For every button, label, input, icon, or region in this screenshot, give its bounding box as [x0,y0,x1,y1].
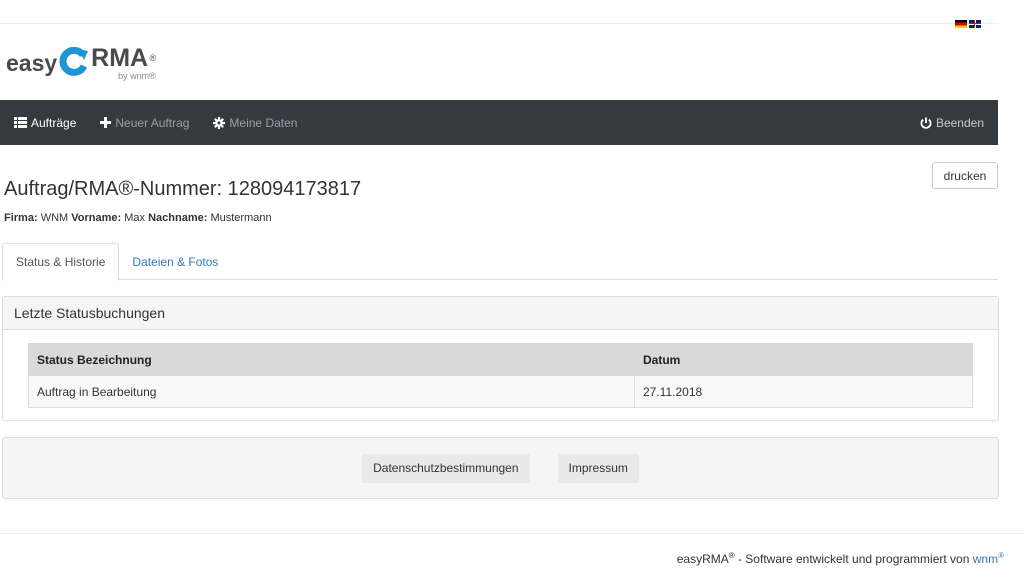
logo-rma-group: RMA ® by wnm® [91,44,156,81]
lastname-value: Mustermann [210,212,272,224]
wnm-link-label: wnm [972,552,999,566]
order-tabs: Status & Historie Dateien & Fotos [2,243,998,281]
refresh-arrow-logo-icon [59,46,89,80]
nav-item-new-order-label: Neuer Auftrag [115,115,190,130]
page-title: Auftrag/RMA®-Nummer: 128094173817 [4,178,362,200]
date-cell: 27.11.2018 [634,375,973,408]
status-cell: Auftrag in Bearbeitung [28,375,635,408]
nav-item-orders-label: Aufträge [31,115,77,130]
logo-registered-mark: ® [149,52,157,63]
list-icon [14,117,27,128]
status-panel-heading: Letzte Statusbuchungen [3,297,998,330]
company-value: WNM [40,212,69,224]
flag-de-icon[interactable] [955,20,967,28]
nav-item-new-order[interactable]: Neuer Auftrag [100,116,189,130]
footer-credit: easyRMA ® - Software entwickelt und progr… [677,551,1004,566]
table-row: Auftrag in Bearbeitung 27.11.2018 [28,375,973,408]
flag-uk-icon[interactable] [969,20,981,28]
column-header-status: Status Bezeichnung [28,343,635,376]
tab-status-history[interactable]: Status & Historie [2,243,120,281]
logout-button[interactable]: Beenden [920,116,984,130]
credit-brand: easyRMA [676,552,729,566]
power-icon [920,117,932,129]
status-table: Status Bezeichnung Datum Auftrag in Bear… [28,343,973,408]
logout-label: Beenden [935,115,984,130]
table-header-row: Status Bezeichnung Datum [28,343,973,376]
firstname-label: Vorname: [71,212,122,224]
language-switcher [955,20,981,28]
company-label: Firma: [4,212,38,224]
wnm-link[interactable]: wnm® [972,551,1004,566]
gear-icon [213,116,226,129]
privacy-button[interactable]: Datenschutzbestimmungen [362,453,530,483]
footer-links-panel: Datenschutzbestimmungen Impressum [2,437,999,499]
logo-by-wnm: by wnm® [118,70,156,81]
plus-icon [100,117,112,128]
credit-text: - Software entwickelt und programmiert v… [734,552,973,566]
customer-meta: Firma: WNM Vorname: Max Nachname: Muster… [4,212,272,224]
easyrma-logo[interactable]: easy RMA ® by wnm® [6,38,156,88]
firstname-value: Max [124,212,146,224]
nav-item-my-data-label: Meine Daten [229,115,298,130]
imprint-button[interactable]: Impressum [557,453,639,483]
nav-item-orders[interactable]: Aufträge [14,116,76,130]
logo-rma-text: RMA [91,43,149,72]
column-header-date: Datum [634,343,973,376]
main-navbar: Aufträge Neuer Auftrag Meine Daten Beend… [0,100,998,145]
bottom-divider [0,533,1024,534]
print-button[interactable]: drucken [932,162,998,189]
wnm-link-reg: ® [998,551,1004,560]
lastname-label: Nachname: [148,212,208,224]
tab-files-photos[interactable]: Dateien & Fotos [119,243,231,280]
status-panel: Letzte Statusbuchungen Status Bezeichnun… [2,296,999,421]
logo-easy-text: easy [6,49,58,76]
nav-item-my-data[interactable]: Meine Daten [213,116,297,130]
top-divider [0,23,998,24]
